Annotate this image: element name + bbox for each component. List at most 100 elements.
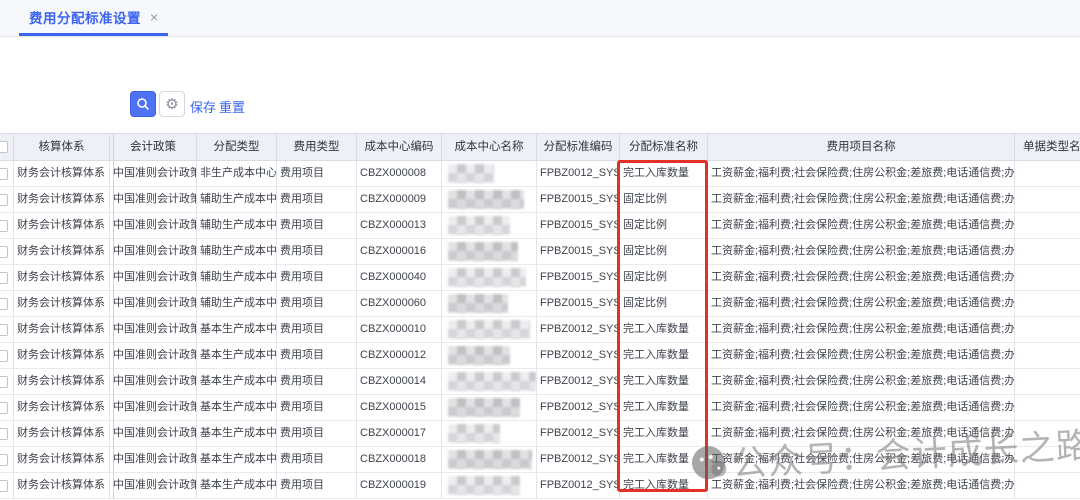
cell-std_name: 完工入库数量 bbox=[620, 447, 708, 473]
row-checkbox[interactable] bbox=[0, 324, 8, 336]
cell-std_code: FPBZ0012_SYS bbox=[537, 369, 620, 395]
masked-cell-content bbox=[448, 450, 532, 469]
row-checkbox[interactable] bbox=[0, 298, 8, 310]
cell-select[interactable] bbox=[0, 447, 14, 473]
table-row: 财务会计核算体系中国准则会计政策辅助生产成本中心费用项目CBZX000009FP… bbox=[0, 187, 1080, 213]
cell-expense_type: 费用项目 bbox=[277, 265, 357, 291]
settings-button[interactable]: ⚙ bbox=[159, 91, 185, 117]
cell-policy: 中国准则会计政策 bbox=[110, 265, 197, 291]
cell-alloc_type: 基本生产成本中心 bbox=[197, 447, 277, 473]
cell-expense_type: 费用项目 bbox=[277, 473, 357, 499]
search-icon bbox=[136, 97, 150, 111]
cell-alloc_type: 辅助生产成本中心 bbox=[197, 239, 277, 265]
cell-system: 财务会计核算体系 bbox=[14, 317, 110, 343]
cell-expense_type: 费用项目 bbox=[277, 369, 357, 395]
row-checkbox[interactable] bbox=[0, 402, 8, 414]
row-checkbox[interactable] bbox=[0, 350, 8, 362]
cell-std_code: FPBZ0015_SYS bbox=[537, 213, 620, 239]
data-table: 核算体系会计政策分配类型费用类型成本中心编码成本中心名称分配标准编码分配标准名称… bbox=[0, 133, 1080, 499]
cell-policy: 中国准则会计政策 bbox=[110, 369, 197, 395]
cell-policy: 中国准则会计政策 bbox=[110, 213, 197, 239]
cell-expense_type: 费用项目 bbox=[277, 343, 357, 369]
cell-alloc_type: 基本生产成本中心 bbox=[197, 421, 277, 447]
cell-select[interactable] bbox=[0, 265, 14, 291]
cell-std_name: 完工入库数量 bbox=[620, 369, 708, 395]
cell-policy: 中国准则会计政策 bbox=[110, 343, 197, 369]
cell-expense_type: 费用项目 bbox=[277, 239, 357, 265]
masked-cell-content bbox=[448, 346, 510, 365]
cell-alloc_type: 辅助生产成本中心 bbox=[197, 265, 277, 291]
search-button[interactable] bbox=[130, 91, 156, 117]
cell-doc_type bbox=[1015, 473, 1080, 499]
cell-cc_name bbox=[442, 265, 537, 291]
cell-system: 财务会计核算体系 bbox=[14, 265, 110, 291]
tab-title: 费用分配标准设置 bbox=[29, 7, 141, 27]
close-icon[interactable]: × bbox=[150, 10, 158, 24]
tab-bar: 费用分配标准设置 × bbox=[0, 0, 1080, 37]
cell-select[interactable] bbox=[0, 421, 14, 447]
cell-cc_name bbox=[442, 317, 537, 343]
cell-std_name: 固定比例 bbox=[620, 291, 708, 317]
column-header-doc_type[interactable]: 单据类型名称 bbox=[1015, 134, 1080, 161]
column-header-policy[interactable]: 会计政策 bbox=[110, 134, 197, 161]
column-header-system[interactable]: 核算体系 bbox=[14, 134, 110, 161]
cell-std_name: 完工入库数量 bbox=[620, 395, 708, 421]
cell-cc_code: CBZX000017 bbox=[357, 421, 442, 447]
row-checkbox[interactable] bbox=[0, 376, 8, 388]
column-header-std_code[interactable]: 分配标准编码 bbox=[537, 134, 620, 161]
cell-doc_type bbox=[1015, 161, 1080, 187]
cell-doc_type bbox=[1015, 291, 1080, 317]
cell-select[interactable] bbox=[0, 291, 14, 317]
column-header-select[interactable] bbox=[0, 134, 14, 161]
cell-select[interactable] bbox=[0, 317, 14, 343]
cell-select[interactable] bbox=[0, 343, 14, 369]
cell-select[interactable] bbox=[0, 161, 14, 187]
masked-cell-content bbox=[448, 320, 530, 339]
cell-expense_type: 费用项目 bbox=[277, 161, 357, 187]
cell-select[interactable] bbox=[0, 187, 14, 213]
column-header-expense_type[interactable]: 费用类型 bbox=[277, 134, 357, 161]
cell-std_code: FPBZ0012_SYS bbox=[537, 343, 620, 369]
reset-button[interactable]: 重置 bbox=[219, 97, 245, 116]
tab-expense-allocation-settings[interactable]: 费用分配标准设置 × bbox=[19, 0, 168, 36]
column-header-std_name[interactable]: 分配标准名称 bbox=[620, 134, 708, 161]
cell-alloc_type: 基本生产成本中心 bbox=[197, 369, 277, 395]
cell-items: 工资薪金;福利费;社会保险费;住房公积金;差旅费;电话通信费;办公费;培训费 bbox=[708, 447, 1015, 473]
cell-cc_name bbox=[442, 239, 537, 265]
cell-doc_type bbox=[1015, 265, 1080, 291]
cell-cc_code: CBZX000018 bbox=[357, 447, 442, 473]
row-checkbox[interactable] bbox=[0, 428, 8, 440]
cell-select[interactable] bbox=[0, 473, 14, 499]
row-checkbox[interactable] bbox=[0, 194, 8, 206]
save-button[interactable]: 保存 bbox=[190, 97, 216, 116]
cell-policy: 中国准则会计政策 bbox=[110, 473, 197, 499]
cell-system: 财务会计核算体系 bbox=[14, 161, 110, 187]
cell-expense_type: 费用项目 bbox=[277, 187, 357, 213]
column-header-alloc_type[interactable]: 分配类型 bbox=[197, 134, 277, 161]
row-checkbox[interactable] bbox=[0, 480, 8, 492]
cell-select[interactable] bbox=[0, 369, 14, 395]
cell-items: 工资薪金;福利费;社会保险费;住房公积金;差旅费;电话通信费;办公费;培训费 bbox=[708, 317, 1015, 343]
column-header-cc_code[interactable]: 成本中心编码 bbox=[357, 134, 442, 161]
cell-system: 财务会计核算体系 bbox=[14, 239, 110, 265]
cell-cc_name bbox=[442, 187, 537, 213]
column-header-cc_name[interactable]: 成本中心名称 bbox=[442, 134, 537, 161]
app-window: 费用分配标准设置 × ⚙ 保存 重置 核算体系会计政策分配类型费用类型成本中心编… bbox=[0, 0, 1080, 500]
row-checkbox[interactable] bbox=[0, 246, 8, 258]
table-row: 财务会计核算体系中国准则会计政策基本生产成本中心费用项目CBZX000017FP… bbox=[0, 421, 1080, 447]
row-checkbox[interactable] bbox=[0, 272, 8, 284]
cell-std_name: 固定比例 bbox=[620, 265, 708, 291]
cell-select[interactable] bbox=[0, 395, 14, 421]
row-checkbox[interactable] bbox=[0, 454, 8, 466]
row-checkbox[interactable] bbox=[0, 168, 8, 180]
column-header-items[interactable]: 费用项目名称 bbox=[708, 134, 1015, 161]
cell-doc_type bbox=[1015, 343, 1080, 369]
cell-expense_type: 费用项目 bbox=[277, 291, 357, 317]
row-checkbox[interactable] bbox=[0, 220, 8, 232]
select-all-checkbox[interactable] bbox=[0, 141, 8, 153]
cell-system: 财务会计核算体系 bbox=[14, 473, 110, 499]
cell-policy: 中国准则会计政策 bbox=[110, 395, 197, 421]
cell-select[interactable] bbox=[0, 239, 14, 265]
cell-select[interactable] bbox=[0, 213, 14, 239]
cell-policy: 中国准则会计政策 bbox=[110, 187, 197, 213]
